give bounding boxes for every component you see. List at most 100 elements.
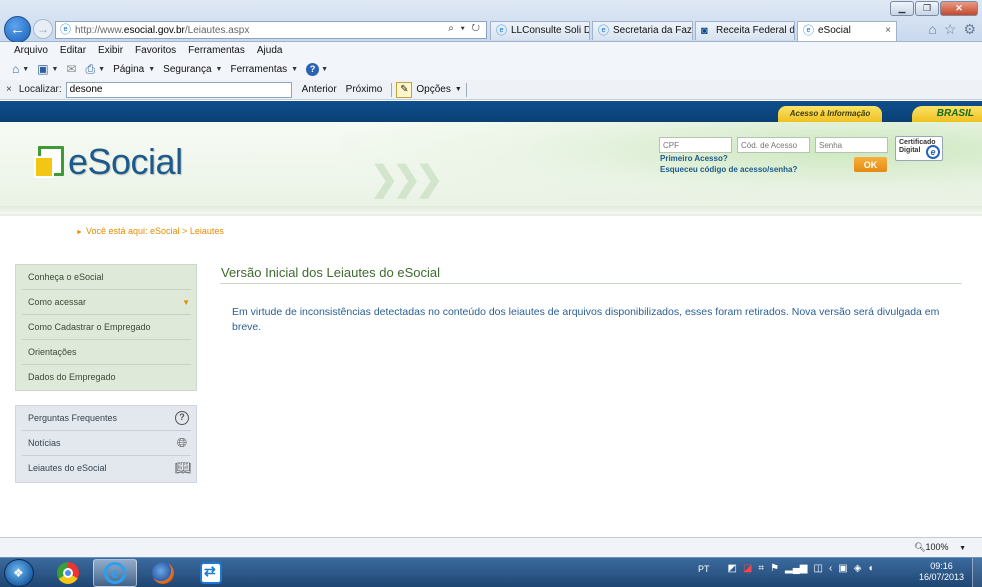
close-window-button[interactable]: ✕: [940, 1, 978, 16]
sidebar-item-label: Notícias: [28, 438, 61, 448]
url-prefix: http://www.: [75, 24, 124, 36]
mail-icon[interactable]: ✉: [66, 62, 76, 76]
flag-icon[interactable]: ⚑: [770, 563, 779, 574]
security-icon[interactable]: ◈: [854, 563, 862, 574]
taskbar-teamviewer[interactable]: [189, 559, 233, 587]
back-button[interactable]: ←: [4, 16, 31, 43]
menu-ajuda[interactable]: Ajuda: [257, 45, 283, 56]
tab-receita[interactable]: ◙ Receita Federal d...: [695, 21, 795, 40]
windows-taskbar: ❖ e PT ◩ ◪ ⌗ ⚑ ▂▄▆ ◫ ‹ ▣ ◈ ◖ 09:16 16/07…: [0, 557, 982, 587]
chevron-down-icon[interactable]: ▼: [321, 66, 328, 73]
sidebar-item-como-cadastrar[interactable]: Como Cadastrar o Empregado: [22, 315, 191, 340]
menu-arquivo[interactable]: Arquivo: [14, 45, 48, 56]
cpf-input[interactable]: [659, 137, 732, 153]
find-bar: × Localizar: Anterior Próximo ✎ Opções ▼: [0, 80, 982, 100]
tab-secretaria[interactable]: ⓔ Secretaria da Faze...: [592, 21, 693, 40]
sidebar-item-label: Orientações: [28, 347, 77, 357]
show-desktop-button[interactable]: [972, 558, 982, 587]
home-icon[interactable]: ⌂: [12, 62, 19, 76]
chevron-down-icon[interactable]: ▼: [22, 66, 29, 73]
tab-close-icon[interactable]: ×: [885, 25, 891, 36]
chevron-down-icon: ▼: [182, 298, 190, 307]
chevron-down-icon[interactable]: ▼: [98, 66, 105, 73]
browser-titlebar: ← → ⓔ http://www. esocial.gov.br/Leiautes…: [0, 0, 982, 43]
tab-esocial[interactable]: ⓔ eSocial ×: [797, 21, 897, 41]
help-icon[interactable]: ?: [306, 62, 320, 76]
address-controls[interactable]: ⌕ ▾ ↻: [448, 23, 482, 34]
chevron-down-icon[interactable]: ▼: [291, 66, 298, 73]
find-input[interactable]: [65, 81, 292, 98]
password-input[interactable]: [815, 137, 888, 153]
certificado-digital-button[interactable]: Certificado Digital e: [895, 136, 943, 161]
tab-llconsulte[interactable]: ⓔ LLConsulte Soli D...: [490, 21, 590, 40]
close-find-icon[interactable]: ×: [6, 84, 12, 95]
tray-app-icon[interactable]: ◫: [814, 563, 823, 574]
sidebar-item-label: Perguntas Frequentes: [28, 413, 118, 423]
print-icon[interactable]: ⎙: [86, 62, 96, 77]
find-previous-button[interactable]: Anterior: [302, 84, 337, 95]
menu-favoritos[interactable]: Favoritos: [135, 45, 176, 56]
find-next-button[interactable]: Próximo: [346, 84, 383, 95]
first-access-link[interactable]: Primeiro Acesso?: [660, 154, 728, 163]
sidebar-item-leiautes[interactable]: Leiautes do eSocial 📖︎: [22, 456, 192, 481]
usb-icon[interactable]: ⌗: [758, 563, 764, 574]
clock-date: 16/07/2013: [918, 572, 964, 582]
chevron-down-icon[interactable]: ▼: [216, 66, 223, 73]
sidebar-main-menu: Conheça o eSocial Como acessar ▼ Como Cad…: [15, 264, 197, 391]
minimize-button[interactable]: ▁: [890, 1, 914, 16]
tools-menu[interactable]: Ferramentas: [230, 64, 287, 75]
tray-app-icon[interactable]: ◩: [728, 563, 737, 574]
restore-button[interactable]: ❐: [915, 1, 939, 16]
login-ok-button[interactable]: OK: [854, 157, 887, 172]
chevron-down-icon[interactable]: ▼: [455, 86, 462, 93]
sidebar-item-conheca[interactable]: Conheça o eSocial: [22, 265, 191, 290]
sidebar-item-noticias[interactable]: Notícias 🌐︎: [22, 431, 191, 456]
start-button[interactable]: ❖: [4, 559, 34, 587]
taskbar-internet-explorer[interactable]: e: [93, 559, 137, 587]
sidebar-item-como-acessar[interactable]: Como acessar ▼: [22, 290, 191, 315]
language-indicator[interactable]: PT: [698, 564, 710, 574]
chevron-icon[interactable]: ‹: [829, 563, 832, 574]
zoom-level: 100%: [925, 542, 949, 552]
esocial-logo[interactable]: eSocial: [34, 144, 183, 180]
chevron-down-icon[interactable]: ▼: [148, 66, 155, 73]
sidebar-item-label: Como acessar: [28, 297, 87, 307]
acesso-informacao-link[interactable]: Acesso à Informação: [778, 106, 882, 122]
feeds-icon[interactable]: ▣: [37, 62, 48, 76]
ie-page-icon: ⓔ: [598, 25, 609, 37]
safety-menu[interactable]: Segurança: [163, 64, 211, 75]
chevron-down-icon[interactable]: ▼: [52, 66, 59, 73]
forgot-code-link[interactable]: Esqueceu código de acesso/senha?: [660, 165, 797, 174]
signal-icon[interactable]: ▂▄▆: [785, 563, 807, 574]
menu-exibir[interactable]: Exibir: [98, 45, 123, 56]
pdf-tray-icon[interactable]: ◪: [743, 563, 752, 574]
breadcrumb-home-link[interactable]: eSocial: [150, 226, 180, 236]
favorites-star-icon[interactable]: ☆: [944, 21, 957, 38]
home-icon[interactable]: ⌂: [928, 21, 936, 38]
zoom-icon: 🔍︎: [914, 542, 926, 552]
sidebar-item-perguntas[interactable]: Perguntas Frequentes?: [22, 406, 191, 431]
sidebar-item-label: Conheça o eSocial: [28, 272, 104, 282]
highlight-icon[interactable]: ✎: [396, 81, 413, 98]
system-tray: PT ◩ ◪ ⌗ ⚑ ▂▄▆ ◫ ‹ ▣ ◈ ◖: [698, 563, 874, 574]
book-icon: 📖︎: [175, 460, 192, 475]
zoom-control[interactable]: 🔍︎100% ▼: [914, 542, 966, 553]
system-clock[interactable]: 09:16 16/07/2013: [919, 561, 964, 583]
access-code-input[interactable]: [737, 137, 810, 153]
sidebar-item-orientacoes[interactable]: Orientações: [22, 340, 191, 365]
menu-ferramentas[interactable]: Ferramentas: [188, 45, 245, 56]
page-menu[interactable]: Página: [113, 64, 144, 75]
forward-button[interactable]: →: [33, 19, 53, 39]
find-options-button[interactable]: Opções: [416, 84, 450, 95]
globe-icon: 🌐︎: [176, 435, 188, 450]
address-bar[interactable]: ⓔ http://www. esocial.gov.br/Leiautes.asp…: [55, 21, 487, 39]
sidebar-item-dados-empregado[interactable]: Dados do Empregado: [22, 365, 191, 390]
network-icon[interactable]: ▣: [838, 563, 847, 574]
gear-icon[interactable]: ⚙: [963, 21, 976, 38]
menu-editar[interactable]: Editar: [60, 45, 86, 56]
taskbar-chrome[interactable]: [46, 559, 90, 587]
brasil-logo[interactable]: BRASIL: [912, 106, 982, 122]
volume-icon[interactable]: ◖: [867, 563, 873, 574]
chrome-icon: [57, 562, 79, 584]
taskbar-firefox[interactable]: [141, 559, 185, 587]
